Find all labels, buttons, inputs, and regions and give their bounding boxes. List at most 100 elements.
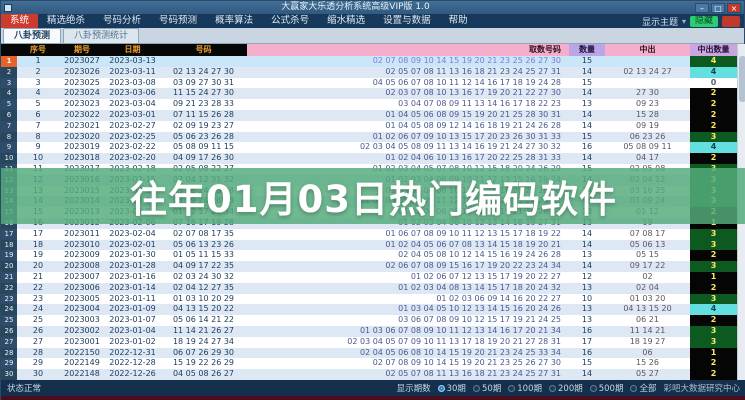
cell-count: 17 xyxy=(581,336,593,346)
window-title: 大赢家大乐透分析系统高级VIP版 1.0 xyxy=(281,2,430,12)
column-header-期号[interactable]: 期号 xyxy=(59,44,105,56)
menu-item-精选绝杀[interactable]: 精选绝杀 xyxy=(38,14,94,28)
cell-date: 2023-03-06 xyxy=(109,88,156,98)
cell-hit-numbers: 06 21 xyxy=(636,315,659,325)
table-row[interactable]: 22 22 2023006 2023-01-14 02 04 12 27 35 01 02… xyxy=(1,282,745,294)
row-gutter: 20 xyxy=(1,261,17,272)
table-row[interactable]: 29 29 2022149 2022-12-28 15 19 22 26 29 02 07… xyxy=(1,358,745,370)
cell-draw-numbers: 05 06 14 21 22 xyxy=(172,315,235,325)
menu-item-缩水精选[interactable]: 缩水精选 xyxy=(318,14,374,28)
menu-item-概率算法[interactable]: 概率算法 xyxy=(206,14,262,28)
red-button[interactable] xyxy=(722,15,740,27)
period-option-100期[interactable]: 100期 xyxy=(508,382,542,394)
cell-date: 2023-02-27 xyxy=(109,120,156,130)
cell-seq: 22 xyxy=(32,282,44,292)
cell-draw-numbers: 18 19 24 27 34 xyxy=(172,336,235,346)
column-header-数量[interactable]: 数量 xyxy=(569,44,605,56)
tab-八卦预测[interactable]: 八卦预测 xyxy=(3,28,62,43)
column-header-中出数量[interactable]: 中出数量 xyxy=(690,44,737,56)
column-header-中出[interactable]: 中出 xyxy=(605,44,690,56)
table-row[interactable]: 23 23 2023005 2023-01-11 01 03 10 20 29 01 02… xyxy=(1,293,745,305)
period-option-label: 50期 xyxy=(481,384,502,394)
cell-picked-numbers: 02 07 08 09 10 14 15 19 20 21 23 25 26 2… xyxy=(372,56,561,65)
cell-seq: 20 xyxy=(32,261,44,271)
row-gutter: 25 xyxy=(1,315,17,326)
period-option-全部[interactable]: 全部 xyxy=(630,382,656,394)
period-option-500期[interactable]: 500期 xyxy=(589,382,623,394)
menu-item-帮助[interactable]: 帮助 xyxy=(440,14,477,28)
tab-八卦预测统计[interactable]: 八卦预测统计 xyxy=(63,28,140,43)
cell-hit-count: 2 xyxy=(690,153,737,164)
chevron-down-icon[interactable]: ▾ xyxy=(682,17,686,26)
table-row[interactable]: 5 5 2023023 2023-03-04 09 21 23 28 33 03 04 0… xyxy=(1,99,745,110)
menu-item-系统[interactable]: 系统 xyxy=(1,14,39,28)
minimize-button-icon[interactable]: – xyxy=(695,2,709,13)
cell-hit-count: 2 xyxy=(690,250,737,262)
cell-date: 2023-01-04 xyxy=(109,325,156,335)
hide-button[interactable]: 隐藏 xyxy=(689,15,718,27)
radio-icon[interactable] xyxy=(472,384,480,392)
radio-icon[interactable] xyxy=(589,384,597,392)
scrollbar-thumb[interactable] xyxy=(739,56,745,102)
table-row[interactable]: 27 27 2023001 2023-01-02 18 19 24 27 34 02 03… xyxy=(1,336,745,348)
column-header-日期[interactable]: 日期 xyxy=(105,44,160,56)
radio-icon[interactable] xyxy=(437,384,445,392)
row-gutter: 10 xyxy=(1,153,17,164)
radio-icon[interactable] xyxy=(630,384,638,392)
table-row[interactable]: 7 7 2023021 2023-02-27 02 09 19 23 27 01 04 0… xyxy=(1,120,745,132)
menu-item-设置与数据[interactable]: 设置与数据 xyxy=(374,14,440,28)
menu-item-公式杀号[interactable]: 公式杀号 xyxy=(262,14,318,28)
table-row[interactable]: 21 21 2023007 2023-01-16 02 03 24 30 32 01 02… xyxy=(1,271,745,283)
cell-issue: 2023020 xyxy=(64,131,100,141)
row-gutter: 26 xyxy=(1,325,17,337)
period-option-50期[interactable]: 50期 xyxy=(472,382,502,394)
radio-icon[interactable] xyxy=(549,384,556,392)
column-header-号码[interactable]: 号码 xyxy=(160,44,247,56)
cell-date: 2023-02-01 xyxy=(109,239,156,249)
cell-picked-numbers: 01 02 06 07 12 13 15 17 19 20 22 27 xyxy=(410,271,561,281)
radio-icon[interactable] xyxy=(508,384,516,392)
close-button-icon[interactable]: × xyxy=(727,2,741,13)
table-row[interactable]: 18 18 2023010 2023-02-01 05 06 13 23 26 01 02… xyxy=(1,239,745,251)
cell-hit-count: 2 xyxy=(690,315,737,326)
table-row[interactable]: 9 9 2023019 2023-02-22 05 08 09 11 15 02 03 0… xyxy=(1,142,745,154)
row-gutter: 24 xyxy=(1,304,17,316)
table-row[interactable]: 28 28 2022150 2022-12-31 06 07 26 29 30 02 04… xyxy=(1,347,745,359)
display-theme-label[interactable]: 显示主题 xyxy=(642,15,678,28)
menu-item-号码预测[interactable]: 号码预测 xyxy=(150,14,206,28)
cell-draw-numbers: 02 09 19 23 27 xyxy=(172,120,235,130)
cell-hit-count: 3 xyxy=(690,261,737,272)
cell-hit-count: 2 xyxy=(690,358,737,370)
cell-issue: 2023007 xyxy=(64,271,100,281)
period-option-200期[interactable]: 200期 xyxy=(549,382,583,394)
table-row[interactable]: 1 1 2023027 2023-03-13 02 07 08 09 10 14 15 … xyxy=(1,56,745,67)
cell-picked-numbers: 01 02 03 04 08 13 14 15 17 18 20 24 32 xyxy=(398,282,561,292)
cell-hit-numbers: 06 xyxy=(642,347,653,357)
cell-seq: 4 xyxy=(35,88,41,98)
table-row[interactable]: 6 6 2023022 2023-03-01 07 11 15 26 28 01 04 0… xyxy=(1,109,745,121)
table-row[interactable]: 10 10 2023018 2023-02-20 04 09 17 26 30 01 02… xyxy=(1,153,745,164)
period-option-30期[interactable]: 30期 xyxy=(437,382,466,394)
row-gutter: 8 xyxy=(1,131,17,143)
table-row[interactable]: 26 26 2023002 2023-01-04 11 14 21 26 27 01 03… xyxy=(1,325,745,337)
row-gutter: 2 xyxy=(1,66,17,78)
cell-seq: 1 xyxy=(35,56,41,65)
table-row[interactable]: 20 20 2023008 2023-01-28 04 09 17 22 35 02 06… xyxy=(1,261,745,272)
menu-item-号码分析[interactable]: 号码分析 xyxy=(94,14,150,28)
column-header-序号[interactable]: 序号 xyxy=(17,44,59,56)
table-row[interactable]: 2 2 2023026 2023-03-11 02 13 24 27 30 02 05 0… xyxy=(1,66,745,78)
table-row[interactable]: 19 19 2023009 2023-01-30 01 05 11 15 33 02 04… xyxy=(1,250,745,262)
cell-hit-numbers: 05 08 09 11 xyxy=(623,142,672,152)
table-row[interactable]: 25 25 2023003 2023-01-07 05 06 14 21 22 03 06… xyxy=(1,315,745,326)
cell-hit-numbers: 04 13 15 20 xyxy=(623,304,672,314)
cell-hit-numbers: 09 23 xyxy=(636,99,659,109)
maximize-button-icon[interactable]: □ xyxy=(711,2,725,13)
table-row[interactable]: 30 30 2022148 2022-12-26 04 05 08 26 27 02 05… xyxy=(1,369,745,380)
cell-picked-numbers: 01 02 04 06 10 13 16 17 20 22 25 28 31 3… xyxy=(385,153,561,163)
table-row[interactable]: 8 8 2023020 2023-02-25 05 06 23 26 28 01 02 0… xyxy=(1,131,745,143)
column-header-取数号码[interactable]: 取数号码 xyxy=(247,44,569,56)
table-row[interactable]: 4 4 2023024 2023-03-06 11 15 24 27 30 02 03 0… xyxy=(1,88,745,100)
table-row[interactable]: 17 17 2023011 2023-02-04 02 07 08 17 35 01 06… xyxy=(1,228,745,240)
table-row[interactable]: 3 3 2023025 2023-03-08 03 09 27 30 31 04 05 0… xyxy=(1,77,745,89)
table-row[interactable]: 24 24 2023004 2023-01-09 04 13 15 20 22 01 03… xyxy=(1,304,745,316)
